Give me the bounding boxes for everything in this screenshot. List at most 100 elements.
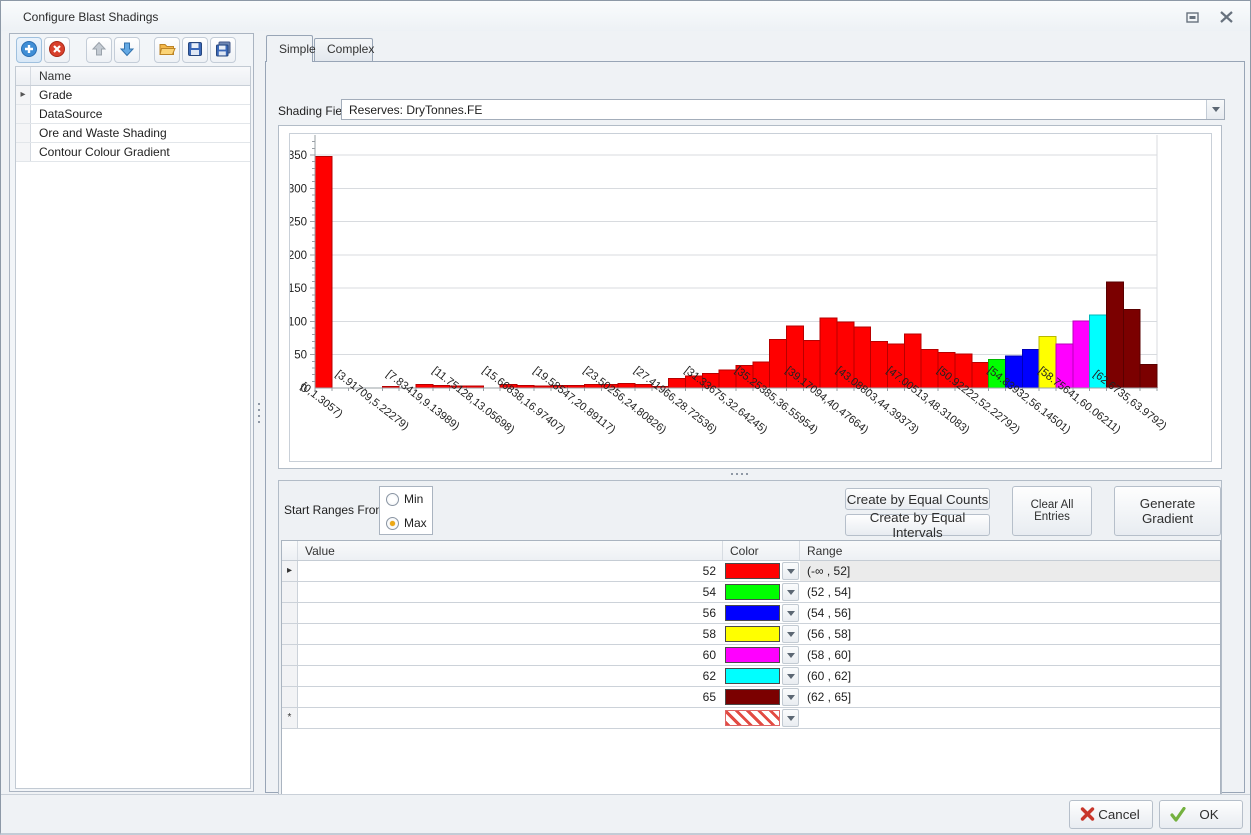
- window-title: Configure Blast Shadings: [23, 10, 158, 24]
- generate-gradient-button[interactable]: Generate Gradient: [1114, 486, 1221, 536]
- shadings-toolbar: [10, 34, 253, 65]
- color-dropdown-button[interactable]: [782, 625, 799, 643]
- color-swatch[interactable]: [725, 668, 780, 684]
- list-item[interactable]: Ore and Waste Shading: [16, 124, 250, 143]
- table-row[interactable]: 65 (62 , 65]: [282, 687, 1220, 708]
- restore-window-icon[interactable]: [1182, 9, 1202, 25]
- shading-field-combobox[interactable]: Reserves: DryTonnes.FE: [341, 99, 1225, 120]
- tab-complex[interactable]: Complex: [314, 38, 373, 61]
- row-indicator: ▸: [282, 561, 298, 581]
- color-swatch[interactable]: [725, 563, 780, 579]
- table-row[interactable]: 58 (56 , 58]: [282, 624, 1220, 645]
- value-cell[interactable]: 62: [298, 666, 723, 686]
- svg-text:250: 250: [290, 217, 307, 229]
- value-cell[interactable]: 65: [298, 687, 723, 707]
- list-item[interactable]: ▸Grade: [16, 86, 250, 105]
- value-cell[interactable]: 54: [298, 582, 723, 602]
- value-cell[interactable]: 52: [298, 561, 723, 581]
- ranges-table: Value Color Range ▸52 (-∞ , 52] 54 (52 , 54…: [281, 540, 1221, 816]
- color-dropdown-button[interactable]: [782, 604, 799, 622]
- open-button[interactable]: [154, 37, 180, 63]
- move-up-button[interactable]: [86, 37, 112, 63]
- value-column-header[interactable]: Value: [298, 541, 723, 560]
- color-swatch[interactable]: [725, 626, 780, 642]
- color-swatch[interactable]: [725, 710, 780, 726]
- table-row[interactable]: *: [282, 708, 1220, 729]
- table-row[interactable]: ▸52 (-∞ , 52]: [282, 561, 1220, 582]
- value-cell[interactable]: 60: [298, 645, 723, 665]
- color-swatch[interactable]: [725, 584, 780, 600]
- name-column-header[interactable]: Name: [31, 67, 250, 85]
- table-row[interactable]: 56 (54 , 56]: [282, 603, 1220, 624]
- tab-strip: Simple Complex: [265, 35, 1245, 61]
- shadings-list: Name ▸GradeDataSourceOre and Waste Shadi…: [15, 66, 251, 789]
- clear-all-entries-button[interactable]: Clear All Entries: [1012, 486, 1092, 536]
- move-down-button[interactable]: [114, 37, 140, 63]
- range-column-header[interactable]: Range: [800, 541, 1220, 560]
- vertical-splitter[interactable]: [256, 403, 262, 431]
- radio-option-max[interactable]: Max: [380, 511, 432, 535]
- color-swatch[interactable]: [725, 647, 780, 663]
- save-button[interactable]: [182, 37, 208, 63]
- open-folder-icon: [158, 40, 176, 61]
- color-column-header[interactable]: Color: [723, 541, 800, 560]
- tab-simple[interactable]: Simple: [266, 35, 313, 62]
- color-dropdown-button[interactable]: [782, 688, 799, 706]
- ok-button[interactable]: OK: [1159, 800, 1243, 829]
- radio-min-icon[interactable]: [386, 493, 399, 506]
- radio-max-icon[interactable]: [386, 517, 399, 530]
- range-cell[interactable]: (-∞ , 52]: [800, 561, 1220, 581]
- row-indicator: [16, 105, 31, 123]
- color-cell[interactable]: [723, 624, 800, 644]
- color-dropdown-button[interactable]: [782, 562, 799, 580]
- color-dropdown-button[interactable]: [782, 646, 799, 664]
- close-icon[interactable]: [1216, 9, 1236, 25]
- color-dropdown-button[interactable]: [782, 667, 799, 685]
- color-cell[interactable]: [723, 603, 800, 623]
- start-ranges-label: Start Ranges From:: [284, 503, 389, 517]
- list-item-label: Grade: [31, 86, 250, 104]
- delete-icon: [48, 40, 66, 61]
- color-dropdown-button[interactable]: [782, 709, 799, 727]
- radio-max-label: Max: [404, 516, 427, 530]
- range-cell[interactable]: (58 , 60]: [800, 645, 1220, 665]
- color-cell[interactable]: [723, 645, 800, 665]
- color-cell[interactable]: [723, 666, 800, 686]
- shading-field-dropdown-button[interactable]: [1206, 100, 1224, 119]
- arrow-down-icon: [118, 40, 136, 61]
- cancel-button[interactable]: Cancel: [1069, 800, 1153, 829]
- value-cell[interactable]: 58: [298, 624, 723, 644]
- color-cell[interactable]: [723, 561, 800, 581]
- radio-option-min[interactable]: Min: [380, 487, 432, 511]
- delete-button[interactable]: [44, 37, 70, 63]
- table-row[interactable]: 54 (52 , 54]: [282, 582, 1220, 603]
- color-swatch[interactable]: [725, 689, 780, 705]
- color-dropdown-button[interactable]: [782, 583, 799, 601]
- color-cell[interactable]: [723, 687, 800, 707]
- range-cell[interactable]: (56 , 58]: [800, 624, 1220, 644]
- color-swatch[interactable]: [725, 605, 780, 621]
- range-cell[interactable]: (62 , 65]: [800, 687, 1220, 707]
- table-row[interactable]: 60 (58 , 60]: [282, 645, 1220, 666]
- range-cell[interactable]: (60 , 62]: [800, 666, 1220, 686]
- value-cell[interactable]: 56: [298, 603, 723, 623]
- create-by-equal-intervals-button[interactable]: Create by Equal Intervals: [845, 514, 990, 536]
- range-cell[interactable]: (54 , 56]: [800, 603, 1220, 623]
- list-item[interactable]: Contour Colour Gradient: [16, 143, 250, 162]
- color-cell[interactable]: [723, 582, 800, 602]
- svg-text:[23.50256,24.80826): [23.50256,24.80826): [581, 364, 668, 436]
- range-cell[interactable]: [800, 708, 1220, 728]
- create-by-equal-counts-button[interactable]: Create by Equal Counts: [845, 488, 990, 510]
- shading-editor-region: Simple Complex Shading Field: Reserves: …: [265, 35, 1245, 793]
- horizontal-splitter[interactable]: [731, 473, 748, 475]
- range-cell[interactable]: (52 , 54]: [800, 582, 1220, 602]
- add-button[interactable]: [16, 37, 42, 63]
- chevron-down-icon: [787, 695, 795, 704]
- table-row[interactable]: 62 (60 , 62]: [282, 666, 1220, 687]
- color-cell[interactable]: [723, 708, 800, 728]
- shadings-list-header[interactable]: Name: [16, 67, 250, 86]
- list-item[interactable]: DataSource: [16, 105, 250, 124]
- value-cell[interactable]: [298, 708, 723, 728]
- save-all-button[interactable]: [210, 37, 236, 63]
- row-indicator: ▸: [16, 86, 31, 104]
